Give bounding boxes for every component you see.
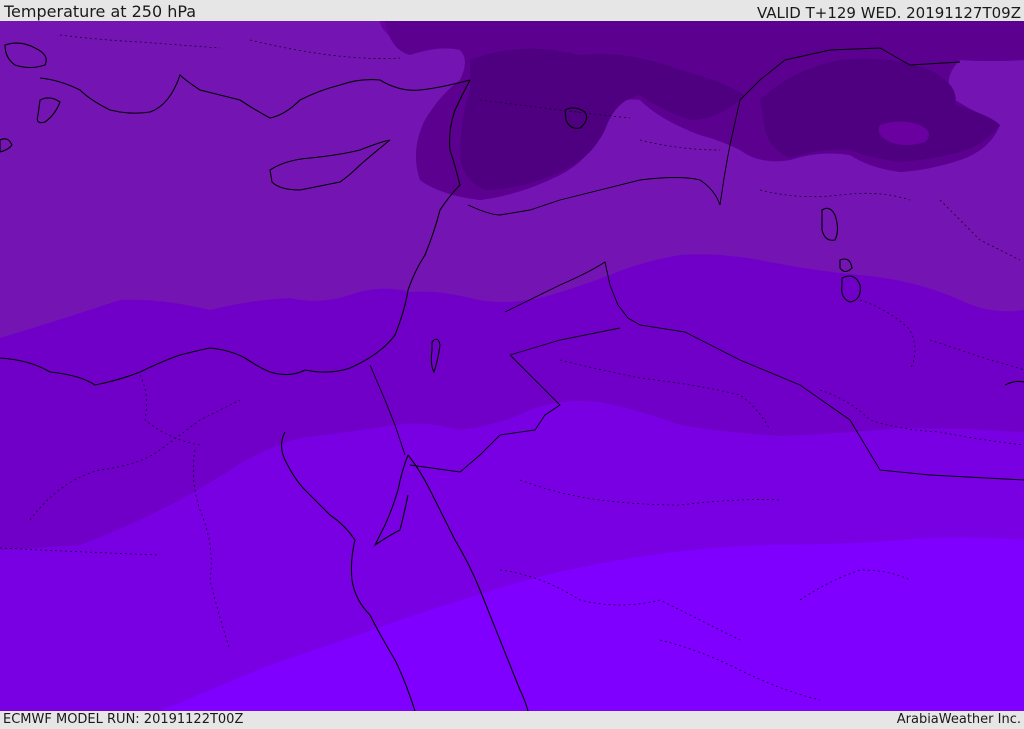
map-area[interactable] bbox=[0, 21, 1024, 711]
footer-bar: ECMWF MODEL RUN: 20191122T00Z ArabiaWeat… bbox=[0, 711, 1024, 729]
model-run-label: ECMWF MODEL RUN: 20191122T00Z bbox=[3, 712, 244, 727]
header-bar: Temperature at 250 hPa VALID T+129 WED. … bbox=[0, 0, 1024, 21]
temperature-map bbox=[0, 21, 1024, 711]
credit-label: ArabiaWeather Inc. bbox=[896, 712, 1021, 727]
map-title: Temperature at 250 hPa bbox=[4, 2, 197, 21]
valid-time: VALID T+129 WED. 20191127T09Z bbox=[756, 4, 1021, 22]
